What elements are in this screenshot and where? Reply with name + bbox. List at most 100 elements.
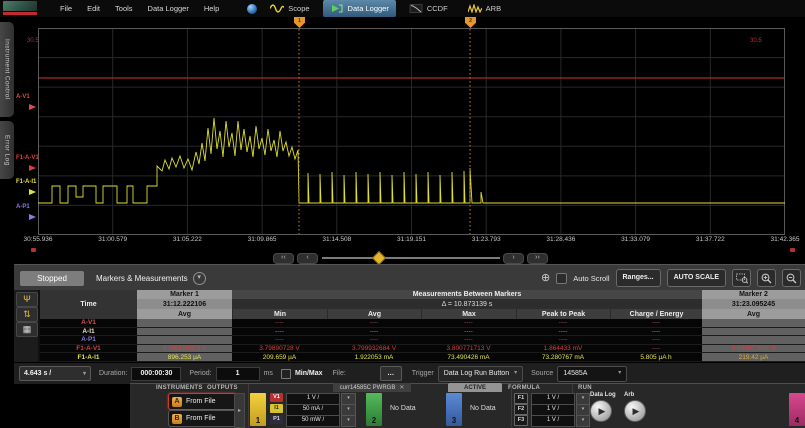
table-cell-max: ---- [421, 328, 516, 337]
channel-3-bar[interactable]: 3 [446, 393, 462, 426]
source-label: Source [531, 370, 553, 377]
period-label: Period: [189, 370, 211, 377]
col-header-max[interactable]: Max [421, 309, 516, 319]
channel-1-bar[interactable]: 1 [250, 393, 266, 426]
channel-4-bar[interactable]: 4 [789, 393, 805, 426]
x-axis-label: 31:37.722 [696, 236, 725, 243]
formula-f3-scale-dropdown[interactable]: 1 V / [531, 415, 575, 427]
collapse-panel-chevron[interactable]: ▾ [193, 272, 206, 285]
acquisition-settings-bar: 4.643 s / ▾ Duration: 000:00:30 Period: … [14, 362, 805, 384]
col-header-avg[interactable]: Avg [327, 309, 421, 319]
auto-scale-button[interactable]: AUTO SCALE [667, 269, 726, 287]
grid-view-icon[interactable]: ▦ [16, 322, 38, 337]
instrument-a-button[interactable]: AFrom File [168, 393, 237, 410]
channel-3-number: 3 [452, 416, 456, 426]
marker1-header[interactable]: Marker 1 [137, 290, 232, 299]
scroll-fast-left-button[interactable]: ‹‹ [273, 253, 294, 264]
duration-field[interactable]: 000:00:30 [131, 367, 181, 381]
trigger-dropdown[interactable]: Data Log Run Button ▾ [438, 366, 523, 382]
scroll-left-button[interactable]: ‹ [297, 253, 318, 264]
trace-ref-f1-a-v1-arrow-icon[interactable] [29, 165, 36, 171]
marker-1-flag[interactable]: 1 [294, 17, 305, 28]
scale-label-right: 30.5 [750, 38, 762, 44]
app-tab-scope[interactable]: Scope [263, 0, 316, 17]
table-cell-avg: ---- [327, 319, 421, 328]
app-switcher: Scope Data Logger CCDF ARB [237, 0, 508, 17]
section-divider [511, 384, 512, 427]
menu-data-logger[interactable]: Data Logger [148, 4, 189, 13]
app-tab-ccdf[interactable]: CCDF [402, 0, 455, 17]
menu-items: File Edit Tools Data Logger Help [60, 4, 219, 13]
run-arb-play-button[interactable]: ▶ [624, 400, 646, 422]
sine-wave-icon [270, 4, 284, 13]
instrument-b-button[interactable]: BFrom File [168, 410, 237, 427]
measure-arrows-icon[interactable]: ⇅ [16, 307, 38, 322]
data-file-tab[interactable]: curr14585C PWRGB ✕ [333, 383, 411, 392]
menu-file[interactable]: File [60, 4, 72, 13]
close-tab-icon[interactable]: ✕ [399, 384, 404, 391]
trace-ref-a-p1-arrow-icon[interactable] [29, 214, 36, 220]
x-axis-label: 31:42.365 [771, 236, 800, 243]
scroll-track[interactable] [322, 257, 500, 259]
scroll-fast-right-button[interactable]: ›› [527, 253, 548, 264]
auto-scroll-label[interactable]: Auto Scroll [573, 274, 609, 283]
period-field[interactable]: 1 [216, 367, 260, 381]
instruments-expander[interactable]: ▸ [234, 393, 245, 428]
col-header-charge-energy[interactable]: Charge / Energy [610, 309, 702, 319]
scale-label-left: 30.5 [27, 38, 39, 44]
dropdown-caret-icon[interactable]: ▾ [576, 415, 590, 427]
chart-scroll-row: ‹‹ ‹ › ›› [14, 252, 805, 264]
source-dropdown[interactable]: 14585A ▾ [557, 366, 627, 382]
sidebar-tab-instrument-control[interactable]: Instrument Control [0, 22, 14, 117]
table-cell-avg: ---- [327, 336, 421, 345]
app-tab-data-logger[interactable]: Data Logger [323, 0, 396, 17]
col-header-min[interactable]: Min [232, 309, 327, 319]
menu-tools[interactable]: Tools [115, 4, 133, 13]
zoom-region-button[interactable] [732, 269, 751, 287]
channel-2-bar[interactable]: 2 [366, 393, 382, 426]
stopped-status-button[interactable]: Stopped [20, 271, 84, 286]
menu-help[interactable]: Help [204, 4, 219, 13]
x-axis-label: 31:28.436 [546, 236, 575, 243]
instrument-a-badge: A [172, 397, 182, 407]
auto-scroll-toggle[interactable] [556, 273, 567, 284]
marker-2-flag[interactable]: 2 [465, 17, 476, 28]
source-caret-icon: ▾ [618, 367, 621, 380]
run-data-log-play-button[interactable]: ▶ [590, 400, 612, 422]
dropdown-caret-icon[interactable]: ▾ [341, 415, 356, 427]
x-axis-label: 31:05.222 [173, 236, 202, 243]
menu-edit[interactable]: Edit [87, 4, 100, 13]
sidebar-tab-error-log[interactable]: Error Log [0, 121, 14, 179]
scroll-right-button[interactable]: › [503, 253, 524, 264]
timebase-dropdown[interactable]: 4.643 s / ▾ [19, 366, 91, 381]
channel-1-p1-scale-dropdown[interactable]: 50 mW / [286, 415, 340, 427]
minmax-checkbox[interactable] [281, 369, 291, 379]
trace-ref-f1-a-i1-arrow-icon[interactable] [29, 189, 36, 195]
scroll-handle[interactable] [372, 251, 386, 265]
trace-ref-a-p1-label: A-P1 [16, 204, 30, 210]
marker2-header[interactable]: Marker 2 [702, 290, 805, 299]
trace-ref-a-v1-arrow-icon[interactable] [29, 104, 36, 110]
logo-accent [3, 12, 37, 15]
zoom-in-button[interactable] [757, 269, 776, 287]
table-cell-m1: 3.799158933 V [137, 345, 232, 354]
run-header: RUN [578, 385, 592, 391]
markers-tool-icon[interactable]: Ψ [16, 292, 38, 307]
zoom-out-button[interactable] [782, 269, 801, 287]
active-tab[interactable]: ACTIVE [448, 383, 502, 392]
col-header-peak-to-peak[interactable]: Peak to Peak [516, 309, 610, 319]
x-axis-label: 31:09.865 [248, 236, 277, 243]
benchvue-home-icon[interactable] [247, 4, 257, 14]
file-browse-button[interactable]: … [380, 366, 402, 381]
app-tab-arb[interactable]: ARB [461, 0, 508, 17]
formula-f3-tag: F3 [514, 415, 528, 426]
menu-bar: File Edit Tools Data Logger Help Scope D… [0, 0, 805, 17]
pan-crosshair-icon[interactable]: ⊕ [541, 273, 550, 284]
zoom-in-icon [761, 273, 772, 284]
minmax-label[interactable]: Min/Max [295, 370, 323, 377]
table-cell-m1 [137, 336, 232, 345]
ranges-button[interactable]: Ranges... [616, 269, 661, 287]
waveform-plot[interactable] [38, 28, 785, 235]
table-cell-p2p: ---- [516, 336, 610, 345]
table-row-label: F1-A-V1 [40, 345, 137, 354]
